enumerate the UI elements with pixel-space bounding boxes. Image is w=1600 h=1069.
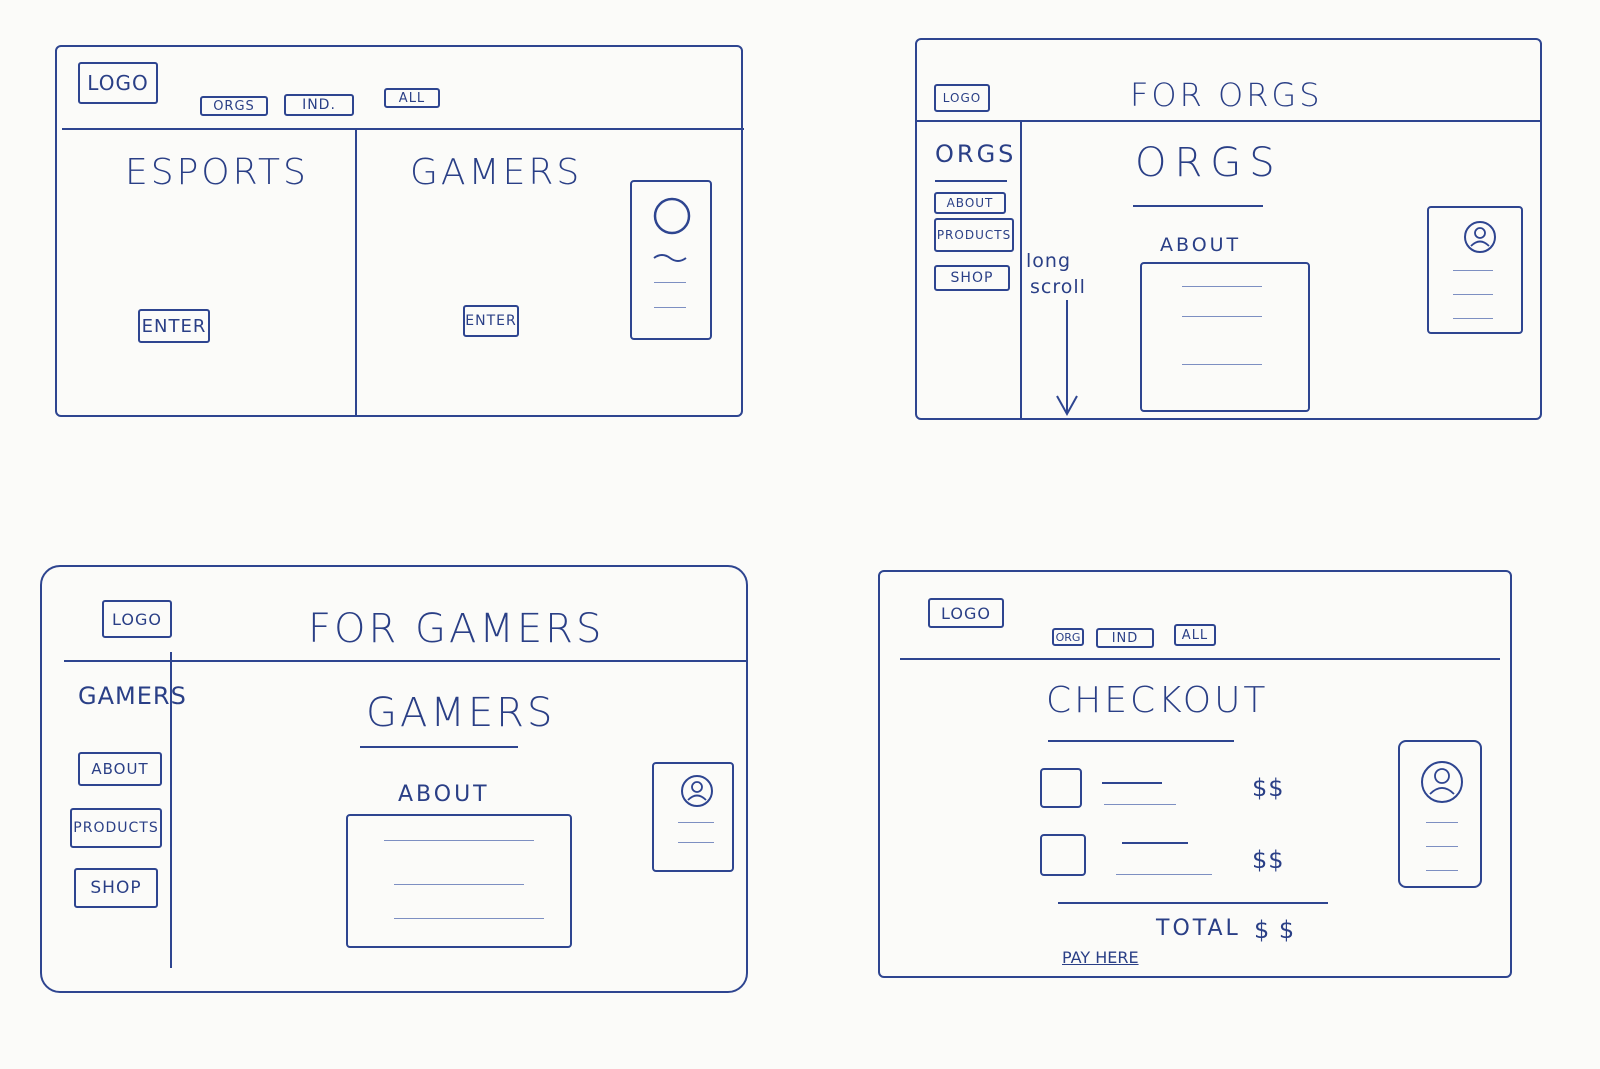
orgs-logo[interactable]: LOGO <box>934 84 990 112</box>
orgs-profile-card[interactable] <box>1427 206 1523 334</box>
profile-line <box>1426 846 1458 847</box>
gamers-title: GAMERS <box>410 152 583 193</box>
profile-line <box>654 307 686 308</box>
checkout-profile-card[interactable] <box>1398 740 1482 888</box>
orgs-main-title-underline <box>1133 205 1263 207</box>
profile-line <box>678 822 714 823</box>
content-line <box>394 884 524 885</box>
checkout-title: CHECKOUT <box>1046 680 1269 721</box>
orgs-about-label: ABOUT <box>1160 234 1242 256</box>
orgs-header-divider <box>916 120 1541 122</box>
content-line <box>394 918 544 919</box>
wavy-line-icon <box>653 254 687 262</box>
checkout-logo[interactable]: LOGO <box>928 598 1004 628</box>
landing-header-divider <box>62 128 744 130</box>
profile-line <box>1426 870 1458 871</box>
gamers-about-label: ABOUT <box>398 782 490 807</box>
esports-enter-button[interactable]: ENTER <box>138 309 210 343</box>
gamers-header-divider <box>64 660 748 662</box>
down-arrow-icon <box>1056 300 1078 417</box>
user-icon <box>1421 761 1463 803</box>
orgs-main-title: ORGS <box>1135 140 1283 186</box>
profile-line <box>1426 822 1458 823</box>
content-line <box>1182 364 1262 365</box>
orgs-sidebar-divider <box>1020 122 1022 418</box>
landing-logo[interactable]: LOGO <box>78 62 158 104</box>
profile-card[interactable] <box>630 180 712 340</box>
profile-line <box>1453 318 1493 319</box>
avatar-circle-icon <box>653 197 691 235</box>
landing-split-divider <box>355 128 357 416</box>
item-price: $$ <box>1252 846 1285 874</box>
long-scroll-note: scroll <box>1030 276 1086 298</box>
gamers-profile-card[interactable] <box>652 762 734 872</box>
content-line <box>1182 286 1262 287</box>
gamers-main-title-underline <box>360 746 518 748</box>
gamers-about-content <box>346 814 572 948</box>
gamers-sidebar-shop[interactable]: SHOP <box>74 868 158 908</box>
long-scroll-note: long <box>1026 250 1072 272</box>
orgs-sidebar-products[interactable]: PRODUCTS <box>934 218 1014 252</box>
profile-line <box>678 842 714 843</box>
item-detail-line <box>1104 804 1176 805</box>
profile-line <box>654 282 686 283</box>
item-checkbox[interactable] <box>1040 768 1082 808</box>
total-label: TOTAL <box>1156 916 1241 941</box>
checkout-nav-ind[interactable]: IND <box>1096 628 1154 648</box>
gamers-sidebar-products[interactable]: PRODUCTS <box>70 808 162 848</box>
item-detail-line <box>1116 874 1212 875</box>
nav-all-button[interactable]: ALL <box>384 88 440 108</box>
gamers-sidebar-title: GAMERS <box>78 682 187 710</box>
nav-orgs-button[interactable]: ORGS <box>200 96 268 116</box>
checkout-title-underline <box>1048 740 1234 742</box>
orgs-sidebar-title-underline <box>935 180 1007 182</box>
content-line <box>384 840 534 841</box>
checkout-nav-org[interactable]: ORG <box>1052 628 1084 646</box>
item-name-line <box>1102 782 1162 784</box>
orgs-sidebar-title: ORGS <box>935 140 1017 168</box>
total-divider <box>1058 902 1328 904</box>
orgs-sidebar-about[interactable]: ABOUT <box>934 192 1006 214</box>
esports-title: ESPORTS <box>125 152 309 193</box>
gamers-sidebar-about[interactable]: ABOUT <box>78 752 162 786</box>
profile-line <box>1453 294 1493 295</box>
content-line <box>1182 316 1262 317</box>
orgs-sidebar-shop[interactable]: SHOP <box>934 265 1010 291</box>
gamers-main-title: GAMERS <box>366 690 556 736</box>
gamers-logo[interactable]: LOGO <box>102 600 172 638</box>
profile-line <box>1453 270 1493 271</box>
orgs-about-content <box>1140 262 1310 412</box>
total-value: $ $ <box>1254 916 1296 944</box>
user-icon <box>681 775 713 807</box>
item-checkbox[interactable] <box>1040 834 1086 876</box>
checkout-header-divider <box>900 658 1500 660</box>
item-name-line <box>1122 842 1188 844</box>
nav-ind-button[interactable]: IND. <box>284 94 354 116</box>
gamers-header-title: FOR GAMERS <box>308 606 605 652</box>
pay-here-link[interactable]: PAY HERE <box>1062 948 1139 967</box>
checkout-nav-all[interactable]: ALL <box>1174 624 1216 646</box>
user-icon <box>1464 221 1496 253</box>
gamers-enter-button[interactable]: ENTER <box>463 305 519 337</box>
orgs-header-title: FOR ORGS <box>1130 76 1323 114</box>
item-price: $$ <box>1252 774 1285 802</box>
